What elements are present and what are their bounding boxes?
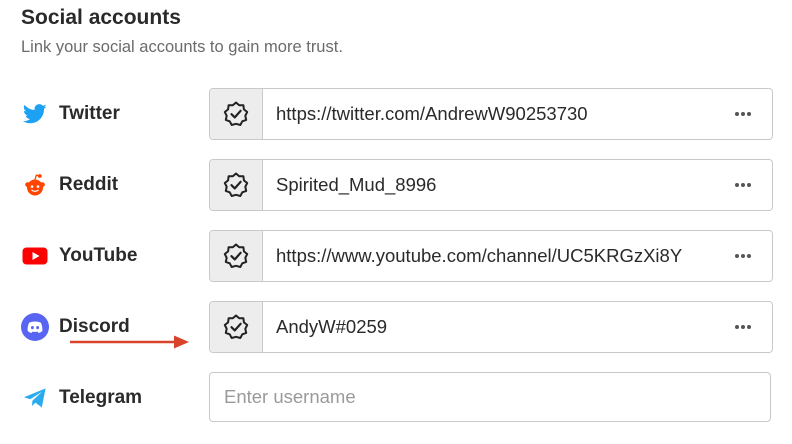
section-title: Social accounts <box>21 6 181 29</box>
reddit-field[interactable]: Spirited_Mud_8996 <box>209 159 773 211</box>
account-value[interactable]: https://twitter.com/AndrewW90253730 <box>276 89 724 139</box>
telegram-username-input[interactable] <box>209 372 771 422</box>
more-options-icon[interactable] <box>732 231 754 281</box>
discord-icon <box>21 313 49 341</box>
twitter-icon <box>21 100 49 128</box>
platform-label: YouTube <box>59 245 138 266</box>
more-options-icon[interactable] <box>732 89 754 139</box>
verified-badge-icon[interactable] <box>210 160 263 210</box>
platform-label: Reddit <box>59 174 119 195</box>
youtube-icon <box>21 242 49 270</box>
verified-badge-icon[interactable] <box>210 231 263 281</box>
discord-field[interactable]: AndyW#0259 <box>209 301 773 353</box>
account-row-reddit: Reddit Spirited_Mud_8996 <box>0 159 792 211</box>
youtube-field[interactable]: https://www.youtube.com/channel/UC5KRGzX… <box>209 230 773 282</box>
platform-label: Telegram <box>59 387 143 408</box>
telegram-icon <box>21 384 49 412</box>
verified-badge-icon[interactable] <box>210 302 263 352</box>
account-row-twitter: Twitter https://twitter.com/AndrewW90253… <box>0 88 792 140</box>
more-options-icon[interactable] <box>732 302 754 352</box>
account-row-youtube: YouTube https://www.youtube.com/channel/… <box>0 230 792 282</box>
account-value[interactable]: Spirited_Mud_8996 <box>276 160 724 210</box>
annotation-arrow-icon <box>70 335 189 349</box>
twitter-field[interactable]: https://twitter.com/AndrewW90253730 <box>209 88 773 140</box>
platform-label: Twitter <box>59 103 120 124</box>
reddit-icon <box>21 171 49 199</box>
account-row-telegram: Telegram <box>0 372 792 424</box>
account-value[interactable]: https://www.youtube.com/channel/UC5KRGzX… <box>276 231 724 281</box>
section-subtitle: Link your social accounts to gain more t… <box>21 38 343 56</box>
account-value[interactable]: AndyW#0259 <box>276 302 724 352</box>
verified-badge-icon[interactable] <box>210 89 263 139</box>
more-options-icon[interactable] <box>732 160 754 210</box>
